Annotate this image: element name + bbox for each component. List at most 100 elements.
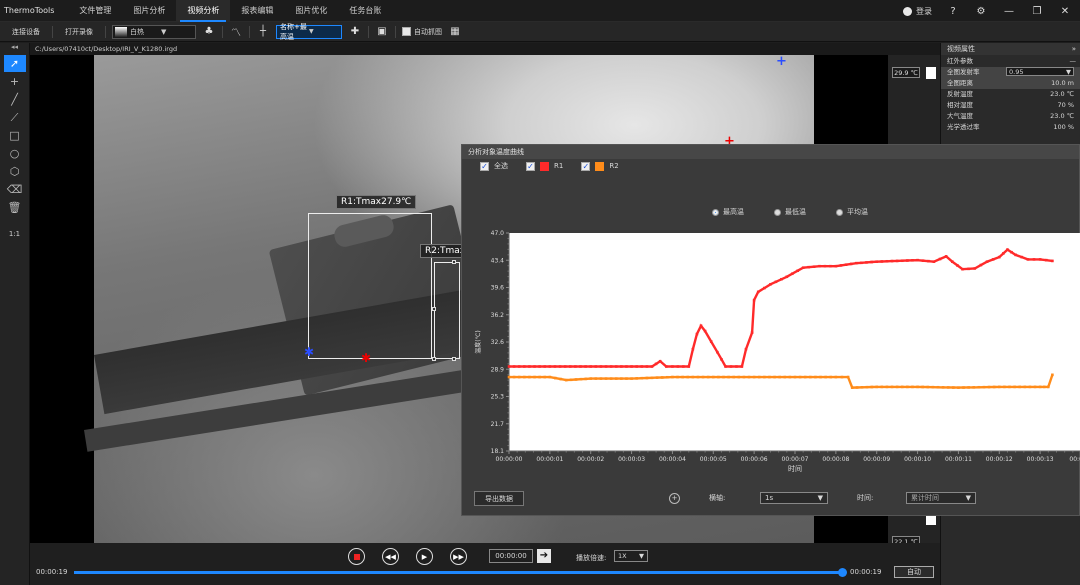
- polyline-tool-icon[interactable]: ⟋: [4, 109, 26, 126]
- menu-file-manage[interactable]: 文件管理: [68, 0, 122, 22]
- goto-time-input[interactable]: 00:00:00: [489, 549, 533, 563]
- data-point-r1: [1020, 255, 1024, 259]
- label-mode-select[interactable]: 名称+最高温 ▼: [276, 23, 342, 41]
- login-button[interactable]: 登录: [903, 6, 932, 17]
- add-point-icon[interactable]: ✚: [348, 25, 362, 39]
- time-mode-select[interactable]: 累计时间 ▼: [906, 492, 976, 504]
- eraser-icon[interactable]: ⌫: [4, 181, 26, 198]
- expand-icon[interactable]: »: [1072, 43, 1076, 55]
- data-point-r2: [875, 385, 879, 389]
- data-point-r2: [614, 377, 618, 380]
- line-tool-icon[interactable]: ╱: [4, 91, 26, 108]
- goto-arrow-icon[interactable]: ➔: [537, 549, 551, 563]
- select-all-label: 全选: [494, 162, 508, 170]
- connect-device-button[interactable]: 连接设备: [6, 27, 46, 37]
- seek-handle[interactable]: [838, 568, 847, 577]
- roi-r1[interactable]: [308, 213, 432, 359]
- prop-humidity[interactable]: 相对湿度 70 %: [941, 100, 1080, 111]
- trend-chart-icon[interactable]: 〽: [229, 25, 243, 39]
- data-point-r1: [604, 365, 608, 368]
- crosshair-marker-icon: +: [776, 55, 787, 69]
- radio-indicator[interactable]: [712, 208, 719, 216]
- min-temp-marker-icon: ✱: [304, 345, 315, 359]
- minimize-icon[interactable]: —: [1002, 4, 1016, 18]
- select-tool-icon[interactable]: ➚: [3, 55, 26, 72]
- y-tick-label: 47.0: [491, 230, 505, 237]
- data-point-r2: [957, 386, 960, 389]
- x-tick-label: 00:00:1: [1069, 456, 1080, 463]
- menu-image-optimize[interactable]: 图片优化: [284, 0, 338, 22]
- seek-bar[interactable]: [74, 571, 844, 574]
- speed-select[interactable]: 1X ▼: [614, 550, 648, 562]
- export-data-button[interactable]: 导出数据: [474, 490, 524, 506]
- image-icon[interactable]: ▣: [375, 25, 389, 39]
- auto-range-button[interactable]: 自动: [894, 566, 934, 578]
- roi-r2-handle[interactable]: [432, 307, 436, 311]
- x-tick-label: 00:00:04: [659, 456, 686, 463]
- menu-video-analysis[interactable]: 视频分析: [176, 0, 231, 22]
- fast-forward-button[interactable]: ▶▶: [450, 548, 467, 565]
- restore-icon[interactable]: ❐: [1030, 4, 1044, 18]
- data-point-r2: [952, 386, 955, 389]
- radio-avg-temp[interactable]: 平均温: [836, 207, 868, 217]
- roi-r2[interactable]: [434, 262, 460, 359]
- color-palette-icon[interactable]: ♣: [202, 25, 216, 39]
- point-tool-icon[interactable]: +: [4, 73, 26, 90]
- zoom-ratio[interactable]: 1:1: [0, 230, 29, 238]
- emissivity-select[interactable]: 0.95 ▼: [1006, 67, 1074, 76]
- xaxis-select[interactable]: 1s ▼: [760, 492, 828, 504]
- prop-distance[interactable]: 全图距离 10.0 m: [941, 78, 1080, 89]
- polygon-tool-icon[interactable]: ⬡: [4, 163, 26, 180]
- data-point-r1: [548, 365, 552, 368]
- trash-icon[interactable]: 🗑: [4, 199, 26, 216]
- prop-atmospheric-temp[interactable]: 大气温度 23.0 ℃: [941, 111, 1080, 122]
- collapse-icon[interactable]: —: [1070, 55, 1077, 67]
- collapse-left-icon[interactable]: ◂◂: [0, 43, 29, 54]
- capture-settings-icon[interactable]: ▦: [448, 25, 462, 39]
- gear-icon[interactable]: ⚙: [974, 4, 988, 18]
- roi-r2-handle[interactable]: [452, 357, 456, 361]
- axis-settings-icon[interactable]: +: [669, 492, 680, 504]
- data-point-r1: [517, 365, 521, 368]
- data-point-r2: [829, 375, 833, 379]
- rectangle-tool-icon[interactable]: □: [4, 127, 26, 144]
- circle-tool-icon[interactable]: ○: [4, 145, 26, 162]
- close-icon[interactable]: ✕: [1058, 4, 1072, 18]
- data-point-r2: [926, 385, 930, 389]
- r2-checkbox[interactable]: ✓: [581, 161, 591, 171]
- open-video-button[interactable]: 打开录像: [59, 27, 99, 37]
- help-icon[interactable]: ?: [946, 4, 960, 18]
- radio-min-temp[interactable]: 最低温: [774, 207, 806, 217]
- palette-select[interactable]: 白热 ▼: [112, 24, 196, 39]
- radio-max-temp[interactable]: 最高温: [712, 207, 744, 217]
- x-tick-label: 00:00:11: [945, 456, 972, 463]
- radio-indicator[interactable]: [836, 208, 843, 216]
- scale-max-value[interactable]: 29.9 ℃: [892, 67, 920, 78]
- data-point-r2: [681, 375, 684, 379]
- radio-indicator[interactable]: [774, 208, 781, 216]
- roi-r2-handle[interactable]: [452, 260, 456, 264]
- rewind-button[interactable]: ◀◀: [382, 548, 399, 565]
- prop-transmittance[interactable]: 光学透过率 100 %: [941, 122, 1080, 133]
- data-point-r1: [720, 358, 723, 361]
- data-point-r1: [594, 365, 598, 368]
- select-all-checkbox[interactable]: ✓: [480, 161, 489, 171]
- menu-task-ledger[interactable]: 任务台账: [338, 0, 392, 22]
- crosshair-icon[interactable]: ┼: [256, 25, 270, 39]
- r1-checkbox[interactable]: ✓: [526, 161, 535, 171]
- auto-capture-toggle[interactable]: 自动抓图: [402, 27, 442, 37]
- x-tick-label: 00:00:07: [782, 456, 809, 463]
- temperature-chart[interactable]: 47.0 43.4 39.6 36.2 32.6 28.9 25.3 21.7 18.1 温度(℃…: [472, 225, 1080, 475]
- prop-reflected-temp[interactable]: 反射温度 23.0 ℃: [941, 89, 1080, 100]
- menu-report-edit[interactable]: 报表编辑: [230, 0, 284, 22]
- data-point-r1: [780, 277, 783, 281]
- roi-r2-handle[interactable]: [432, 357, 436, 361]
- props-section[interactable]: 红外参数 —: [941, 55, 1080, 67]
- menu-image-analysis[interactable]: 图片分析: [122, 0, 176, 22]
- data-point-r2: [773, 375, 776, 379]
- auto-capture-checkbox[interactable]: [402, 27, 411, 36]
- data-point-r1: [823, 264, 827, 268]
- y-tick-label: 21.7: [491, 421, 505, 428]
- record-button[interactable]: [348, 548, 365, 565]
- play-button[interactable]: ▶: [416, 548, 433, 565]
